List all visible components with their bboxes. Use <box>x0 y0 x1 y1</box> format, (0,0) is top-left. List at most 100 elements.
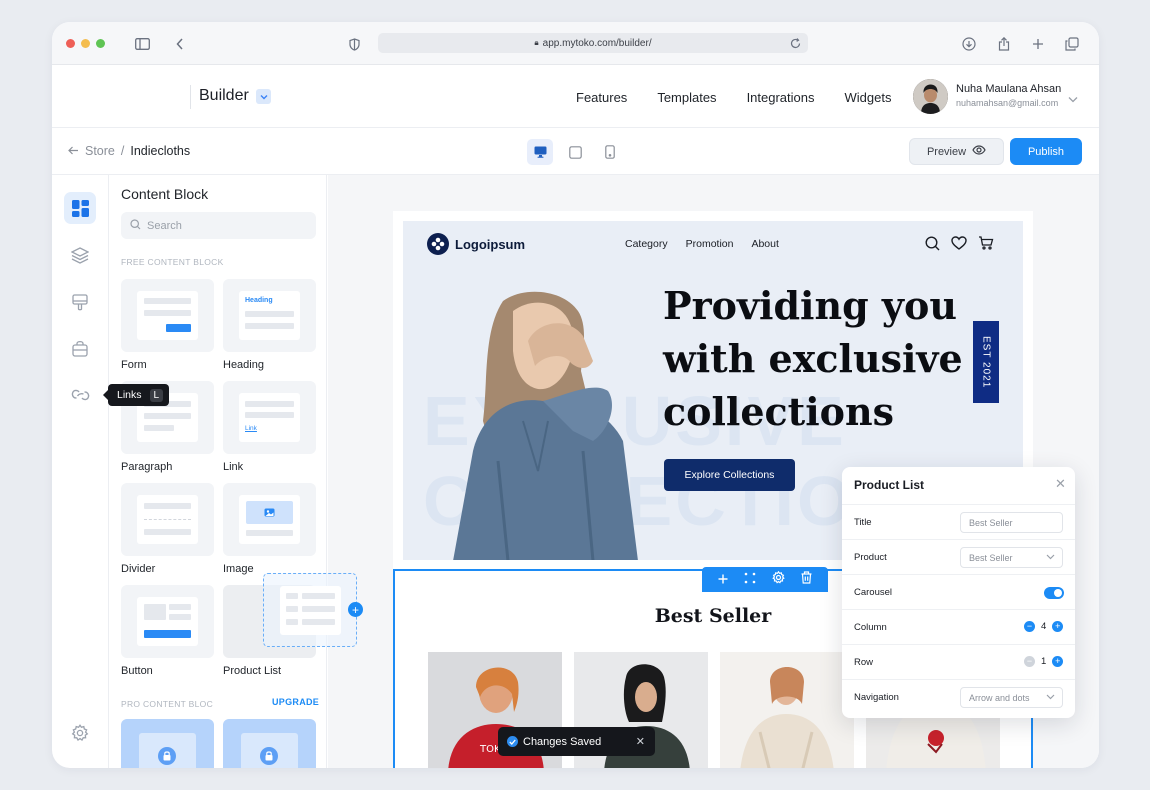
pro-block-thumbnail <box>241 733 298 768</box>
site-nav-category[interactable]: Category <box>625 238 668 250</box>
explore-collections-button[interactable]: Explore Collections <box>664 459 795 491</box>
maximize-window-dot[interactable] <box>96 39 105 48</box>
bag-icon[interactable] <box>64 332 96 364</box>
block-heading[interactable]: Heading <box>223 279 316 352</box>
block-label: Link <box>223 461 244 473</box>
form-thumbnail <box>137 291 198 340</box>
new-tab-icon[interactable] <box>1029 35 1047 53</box>
row-stepper: − 1 + <box>1024 656 1064 667</box>
close-window-dot[interactable] <box>66 39 75 48</box>
add-icon[interactable]: + <box>348 602 363 617</box>
main-nav: Features Templates Integrations Widgets <box>576 90 891 105</box>
lock-icon <box>260 747 278 768</box>
preview-button[interactable]: Preview <box>909 138 1004 165</box>
lock-icon: 🔒︎ <box>534 38 539 47</box>
title-input[interactable]: Best Seller <box>960 512 1063 533</box>
column-stepper: − 4 + <box>1024 621 1064 632</box>
block-divider[interactable] <box>121 483 214 556</box>
increment-button[interactable]: + <box>1052 621 1064 632</box>
sidebar-toggle-icon[interactable] <box>133 35 151 53</box>
link-icon[interactable] <box>64 379 96 411</box>
block-button[interactable] <box>121 585 214 658</box>
block-form[interactable] <box>121 279 214 352</box>
block-label: Paragraph <box>121 461 173 473</box>
mobile-icon[interactable] <box>597 139 623 165</box>
block-label: Button <box>121 665 153 677</box>
navigation-select[interactable]: Arrow and dots <box>960 687 1063 708</box>
decrement-button[interactable]: − <box>1024 621 1035 632</box>
eye-icon <box>972 145 986 158</box>
block-link[interactable]: Link <box>223 381 316 454</box>
trash-icon[interactable] <box>801 570 812 589</box>
site-nav-about[interactable]: About <box>751 238 778 250</box>
divider-thumbnail <box>137 495 198 544</box>
settings-icon[interactable] <box>772 570 785 589</box>
search-icon[interactable] <box>925 236 940 256</box>
setting-row-row: Row − 1 + <box>842 644 1075 679</box>
back-icon[interactable] <box>171 35 189 53</box>
url-text: app.mytoko.com/builder/ <box>542 37 652 49</box>
download-icon[interactable] <box>960 35 978 53</box>
ghost-thumbnail <box>280 586 341 635</box>
nav-integrations[interactable]: Integrations <box>747 90 815 105</box>
brush-icon[interactable] <box>64 286 96 318</box>
address-bar[interactable]: 🔒︎ app.mytoko.com/builder/ <box>378 33 808 53</box>
pro-block[interactable] <box>223 719 316 768</box>
button-thumbnail <box>137 597 198 646</box>
section-label: FREE CONTENT BLOCK <box>121 257 224 267</box>
add-icon[interactable] <box>718 571 728 589</box>
avatar[interactable] <box>913 79 948 114</box>
setting-label: Product <box>854 552 887 563</box>
nav-features[interactable]: Features <box>576 90 627 105</box>
share-icon[interactable] <box>995 35 1013 53</box>
reload-icon[interactable] <box>788 36 802 50</box>
app-header: Builder Features Templates Integrations … <box>52 65 1099 128</box>
publish-button[interactable]: Publish <box>1010 138 1082 165</box>
shield-icon[interactable] <box>345 35 363 53</box>
chevron-down-icon[interactable] <box>1068 90 1078 108</box>
heading-thumbnail: Heading <box>239 291 300 340</box>
device-switcher <box>527 139 623 165</box>
breadcrumb-separator: / <box>120 144 125 158</box>
pro-block[interactable] <box>121 719 214 768</box>
minimize-window-dot[interactable] <box>81 39 90 48</box>
heart-icon[interactable] <box>951 236 967 256</box>
increment-button[interactable]: + <box>1052 656 1064 667</box>
link-thumb-text: Link <box>245 425 257 432</box>
upgrade-link[interactable]: UPGRADE <box>272 697 319 707</box>
tabs-overview-icon[interactable] <box>1063 35 1081 53</box>
layout-grid-icon[interactable] <box>64 192 96 224</box>
cart-icon[interactable] <box>978 236 994 256</box>
search-input[interactable]: Search <box>121 212 316 239</box>
setting-navigation-row: Navigation Arrow and dots <box>842 679 1075 714</box>
desktop-icon[interactable] <box>527 139 553 165</box>
breadcrumb-parent[interactable]: Store <box>85 144 115 158</box>
column-value: 4 <box>1041 621 1047 632</box>
chevron-down-icon[interactable] <box>256 89 271 104</box>
decrement-button[interactable]: − <box>1024 656 1035 667</box>
tooltip-links: Links L <box>102 384 170 406</box>
product-card[interactable] <box>720 652 854 768</box>
block-label: Form <box>121 359 147 371</box>
product-select[interactable]: Best Seller <box>960 547 1063 568</box>
block-image[interactable] <box>223 483 316 556</box>
nav-widgets[interactable]: Widgets <box>845 90 892 105</box>
layers-icon[interactable] <box>64 239 96 271</box>
editor-toolbar: Store / Indiecloths Preview Publish <box>52 128 1099 175</box>
close-icon[interactable]: ✕ <box>636 735 645 748</box>
site-nav-promotion[interactable]: Promotion <box>686 238 734 250</box>
breadcrumb-current: Indiecloths <box>130 144 191 158</box>
carousel-toggle[interactable] <box>1044 587 1064 599</box>
user-email: nuhamahsan@gmail.com <box>956 98 1059 108</box>
drag-handle-icon[interactable] <box>744 571 756 589</box>
browser-toolbar: 🔒︎ app.mytoko.com/builder/ <box>52 22 1099 65</box>
nav-templates[interactable]: Templates <box>657 90 716 105</box>
dragging-block-ghost[interactable] <box>263 573 357 647</box>
close-icon[interactable]: ✕ <box>1055 476 1066 492</box>
gear-icon[interactable] <box>64 717 96 749</box>
block-toolbar <box>702 567 828 592</box>
toast-text: Changes Saved <box>523 735 602 748</box>
setting-title-row: Title Best Seller <box>842 504 1075 539</box>
tablet-icon[interactable] <box>562 139 588 165</box>
arrow-left-icon[interactable] <box>68 144 79 158</box>
